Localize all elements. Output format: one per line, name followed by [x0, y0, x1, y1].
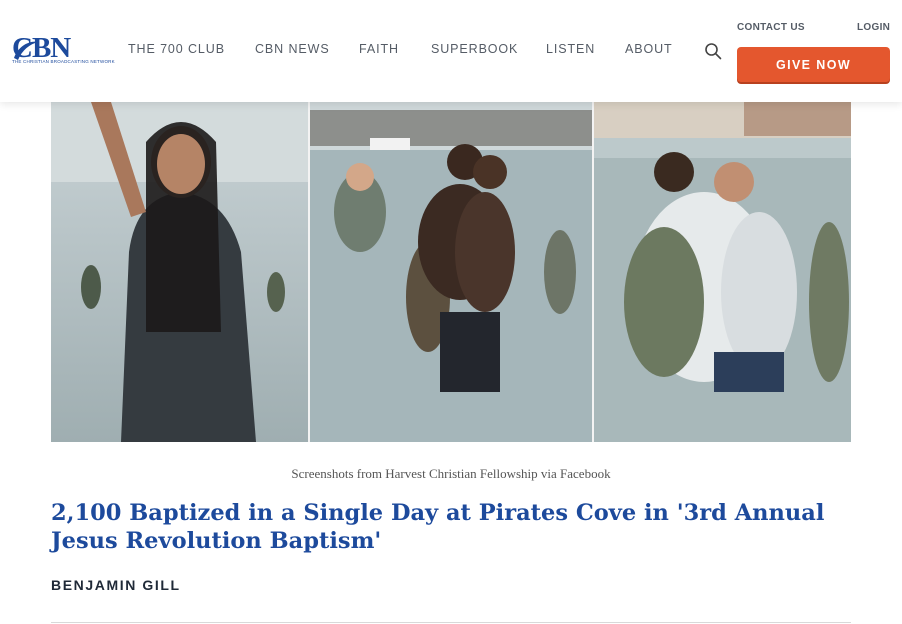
nav-item-superbook[interactable]: SUPERBOOK [431, 42, 518, 56]
photo-panel-hug [594, 102, 851, 442]
photo-panel-woman [51, 102, 309, 442]
article-author[interactable]: BENJAMIN GILL [51, 577, 181, 593]
article-headline: 2,100 Baptized in a Single Day at Pirate… [51, 500, 825, 554]
nav-item-listen[interactable]: LISTEN [546, 42, 595, 56]
login-link[interactable]: LOGIN [857, 22, 890, 33]
divider-rule [51, 622, 851, 623]
photo-panel-embrace [310, 102, 592, 442]
nav-item-700-club[interactable]: THE 700 CLUB [128, 42, 225, 56]
nav-item-cbn-news[interactable]: CBN NEWS [255, 42, 330, 56]
nav-item-faith[interactable]: FAITH [359, 42, 399, 56]
nav-item-about[interactable]: ABOUT [625, 42, 673, 56]
cbn-logo[interactable]: CBN THE CHRISTIAN BROADCASTING NETWORK [12, 32, 115, 66]
image-caption: Screenshots from Harvest Christian Fello… [291, 466, 611, 481]
logo-tagline: THE CHRISTIAN BROADCASTING NETWORK [12, 59, 115, 64]
search-icon[interactable] [704, 42, 722, 60]
hero-image [51, 102, 851, 442]
give-now-button[interactable]: GIVE NOW [737, 47, 890, 82]
site-header: CBN THE CHRISTIAN BROADCASTING NETWORK T… [0, 0, 902, 102]
contact-us-link[interactable]: CONTACT US [737, 22, 805, 33]
